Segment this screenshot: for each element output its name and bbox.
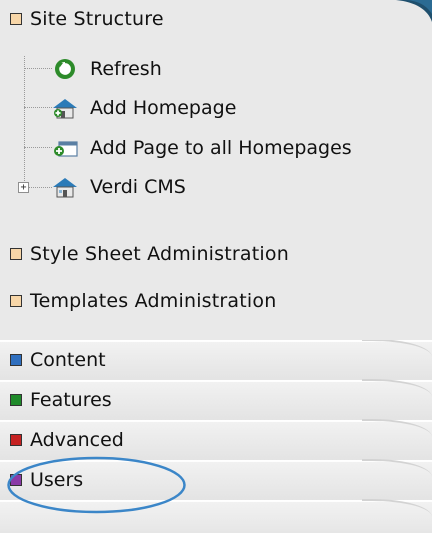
features-square-icon — [10, 394, 22, 406]
templates-square-icon — [10, 295, 22, 307]
tree-item-add-page-all-homepages[interactable]: Add Page to all Homepages — [50, 135, 352, 161]
advanced-square-icon — [10, 434, 22, 446]
tree-item-label: Add Page to all Homepages — [90, 137, 352, 159]
page-add-icon — [50, 135, 80, 161]
tree-item-label: Verdi CMS — [90, 176, 186, 198]
tab-label: Features — [30, 389, 112, 411]
style-sheet-admin-title: Style Sheet Administration — [30, 243, 289, 265]
expand-toggle[interactable]: + — [18, 182, 29, 193]
site-structure-square-icon — [10, 13, 22, 25]
style-sheet-admin-header[interactable]: Style Sheet Administration — [10, 241, 289, 267]
tab-features[interactable]: Features — [0, 379, 432, 421]
tree-item-refresh[interactable]: Refresh — [50, 56, 162, 82]
tab-content[interactable]: Content — [0, 340, 432, 381]
site-structure-tree: Refresh Add Homepage Add Page to all Hom… — [10, 50, 430, 220]
site-structure-title: Site Structure — [30, 8, 164, 30]
tree-item-verdi-cms[interactable]: Verdi CMS — [50, 174, 186, 200]
house-icon — [50, 174, 80, 200]
refresh-icon — [50, 56, 80, 82]
folded-corner-icon — [396, 0, 432, 22]
tab-label: Content — [30, 349, 106, 371]
content-square-icon — [10, 354, 22, 366]
templates-admin-title: Templates Administration — [30, 290, 277, 312]
highlight-ellipse — [7, 456, 186, 514]
tree-item-label: Refresh — [90, 58, 162, 80]
house-add-icon — [50, 95, 80, 121]
templates-admin-header[interactable]: Templates Administration — [10, 288, 276, 314]
site-structure-header[interactable]: Site Structure — [10, 6, 164, 32]
admin-sidebar: Site Structure Refresh Add Homepage Add … — [0, 0, 432, 533]
style-sheet-square-icon — [10, 248, 22, 260]
tree-item-add-homepage[interactable]: Add Homepage — [50, 95, 236, 121]
tree-item-label: Add Homepage — [90, 97, 237, 119]
tab-label: Advanced — [30, 429, 124, 451]
